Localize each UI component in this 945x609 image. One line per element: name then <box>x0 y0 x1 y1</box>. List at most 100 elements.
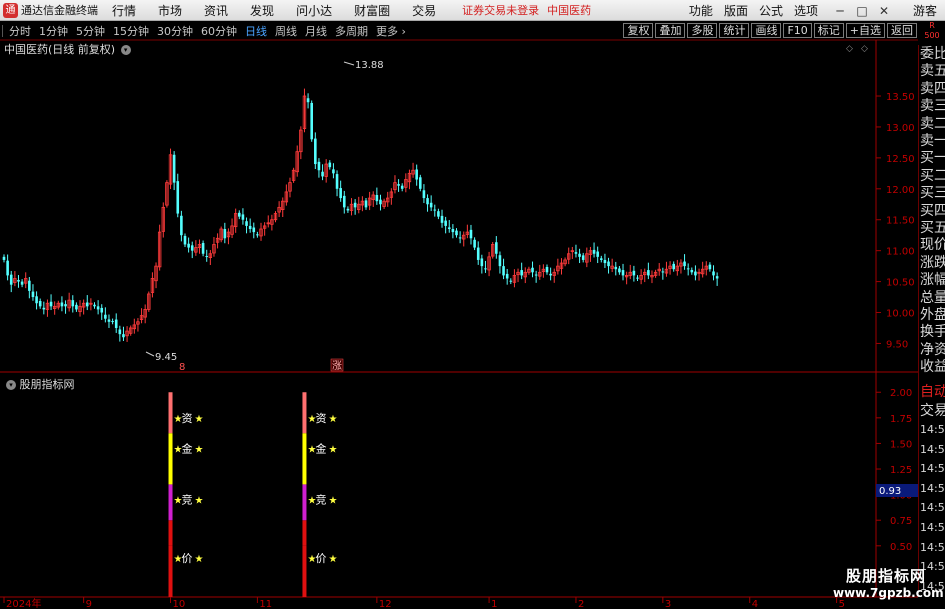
candle-body <box>85 302 89 307</box>
candle-body <box>607 261 610 267</box>
low-label: 9.45 <box>155 352 177 363</box>
tick-time: 14:56 <box>920 540 945 554</box>
candle-body <box>520 270 523 276</box>
indicator-tick-label: 0.50 <box>890 542 912 553</box>
quote-label: 收益 <box>920 359 945 376</box>
candle-body <box>618 268 621 273</box>
indicator-current-value: 0.93 <box>879 486 901 497</box>
candle-body <box>335 174 339 189</box>
candle-body <box>187 243 190 248</box>
star-icon: ★ <box>328 414 337 425</box>
time-tick-label: 1 <box>491 599 497 609</box>
quote-label: 涨幅 <box>920 272 945 289</box>
star-icon: ★ <box>328 496 337 507</box>
chevron-down-icon[interactable]: ▾ <box>120 45 131 55</box>
candle-body <box>328 162 332 168</box>
candle-body <box>93 304 96 307</box>
auto-trade-label[interactable]: 自动 <box>920 383 945 401</box>
kline-chart[interactable]: 9.5010.0010.5011.0011.5012.0012.5013.001… <box>0 0 945 609</box>
price-tick-label: 13.00 <box>886 123 915 134</box>
candle-body <box>96 306 100 310</box>
candle-body <box>400 185 404 189</box>
diamond-icon[interactable]: ◇ <box>861 44 868 54</box>
indicator-title-text: 股朋指标网 <box>19 378 75 391</box>
candle-body <box>122 334 125 338</box>
signal-bar-segment <box>302 484 307 521</box>
candle-body <box>38 301 42 307</box>
signal-label: 价 <box>315 552 326 565</box>
signal-bar-segment <box>168 484 173 521</box>
candle-body <box>647 270 650 276</box>
candle-body <box>64 304 67 307</box>
price-tick-label: 11.50 <box>886 216 915 227</box>
candle-body <box>581 255 585 260</box>
candle-body <box>31 291 35 298</box>
candle-body <box>592 249 596 254</box>
signal-label: 竞 <box>315 493 326 507</box>
candle-body <box>35 296 38 304</box>
high-annotation: 13.88 <box>343 60 384 71</box>
signal-bar-segment <box>302 545 307 597</box>
signal-marker-high: 涨 <box>332 360 342 372</box>
candle-body <box>2 256 6 260</box>
quote-label: 换手 <box>920 324 945 341</box>
quote-label: 总量 <box>920 289 945 306</box>
time-tick-label: 2 <box>578 599 584 609</box>
time-tick-label: 4 <box>752 599 758 609</box>
quote-label: 买一 <box>920 150 945 167</box>
candle-body <box>603 259 607 264</box>
candle-body <box>419 177 422 189</box>
candle-body <box>342 195 346 208</box>
quote-panel: 委比 卖五 卖四 卖三 卖二 卖一 买一 买二 买三 买四 买五 现价 涨跌 涨幅 总量 外盘 换手 净资 收益 自动… <box>918 45 945 593</box>
quote-label: 卖一 <box>920 133 945 149</box>
candle-body <box>458 237 462 239</box>
star-icon: ★ <box>195 414 204 425</box>
tick-time: 14:56 <box>920 442 945 456</box>
candle-body <box>114 319 118 328</box>
candle-body <box>314 138 317 165</box>
trade-label[interactable]: 交易 <box>920 402 945 420</box>
candle-body <box>321 171 324 177</box>
candle-body <box>75 304 78 310</box>
candle-body <box>353 202 357 208</box>
tick-time: 14:56 <box>920 423 945 436</box>
price-tick-label: 11.00 <box>886 247 915 258</box>
candle-body <box>473 239 476 248</box>
candle-body <box>339 188 342 199</box>
candle-body <box>397 184 400 186</box>
candle-body <box>346 208 350 211</box>
candle-body <box>509 280 513 282</box>
signal-label: 竞 <box>182 493 193 507</box>
chevron-down-icon[interactable]: ▾ <box>6 380 16 390</box>
high-pointer <box>343 61 355 66</box>
quote-label: 买四 <box>920 202 945 219</box>
candle-body <box>621 270 625 276</box>
candle-body <box>422 190 426 199</box>
candle-body <box>306 98 310 103</box>
candle-body <box>686 268 690 270</box>
diamond-icon[interactable]: ◇ <box>846 44 853 54</box>
indicator-title: ▾ 股朋指标网 <box>4 376 75 392</box>
time-axis-ticks: 2024年 9 10 11 12 1 2 3 4 5 <box>3 597 845 609</box>
signal-bar-segment <box>302 520 307 546</box>
watermark-title: 股朋指标网 <box>845 567 926 585</box>
site-watermark: 股朋指标网 www.7gpzb.com <box>833 565 944 605</box>
quote-label: 外盘 <box>920 307 945 323</box>
candle-body <box>17 279 20 282</box>
candle-body <box>614 266 618 270</box>
candle-body <box>201 242 205 254</box>
quote-label: 买五 <box>920 220 945 236</box>
candle-body <box>49 301 53 307</box>
star-icon: ★ <box>328 445 337 456</box>
star-icon: ★ <box>195 554 204 565</box>
star-icon: ★ <box>195 496 204 507</box>
signal-bar-segment <box>168 545 173 597</box>
time-tick-label: 10 <box>173 599 186 609</box>
candle-body <box>6 260 9 276</box>
low-pointer <box>145 351 155 357</box>
candle-body <box>20 281 24 285</box>
signal-marker-low: 8 <box>179 362 185 373</box>
candle-body <box>190 245 194 251</box>
indicator-tick-label: 2.00 <box>890 388 912 399</box>
candle-body <box>502 266 505 276</box>
